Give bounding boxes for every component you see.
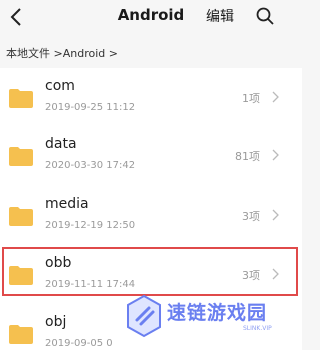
search-icon[interactable]: [255, 6, 275, 26]
folder-icon: [9, 207, 33, 226]
list-item[interactable]: data 2020-03-30 17:42 81项: [0, 126, 302, 184]
edit-button[interactable]: 编辑: [206, 6, 234, 26]
watermark: 速链游戏园 SLINK.VIP: [125, 292, 300, 347]
folder-icon: [9, 147, 33, 166]
folder-name: media: [45, 196, 89, 212]
top-bar: Android 编辑: [0, 0, 302, 34]
chevron-right-icon: [272, 209, 279, 221]
breadcrumb: 本地文件 >Android >: [0, 38, 302, 68]
folder-date: 2020-03-30 17:42: [45, 160, 136, 171]
chevron-right-icon: [272, 149, 279, 161]
folder-icon: [9, 325, 33, 344]
breadcrumb-text[interactable]: 本地文件 >Android >: [6, 45, 118, 61]
watermark-subtext: SLINK.VIP: [243, 325, 272, 332]
folder-name: com: [45, 78, 75, 94]
folder-date: 2019-09-25 11:12: [45, 102, 136, 113]
chevron-right-icon: [272, 91, 279, 103]
folder-icon: [9, 89, 33, 108]
folder-date: 2019-09-05 0: [45, 338, 113, 349]
list-item[interactable]: media 2019-12-19 12:50 3项: [0, 186, 302, 244]
item-count: 81项: [235, 150, 260, 163]
list-item[interactable]: com 2019-09-25 11:12 1项: [0, 68, 302, 126]
item-count: 3项: [242, 210, 260, 223]
folder-name: obj: [45, 314, 67, 330]
folder-name: data: [45, 136, 77, 152]
watermark-text: 速链游戏园: [167, 302, 268, 324]
folder-date: 2019-12-19 12:50: [45, 220, 136, 231]
highlight-box: [2, 247, 298, 296]
item-count: 1项: [242, 92, 260, 105]
watermark-logo: [127, 294, 161, 338]
